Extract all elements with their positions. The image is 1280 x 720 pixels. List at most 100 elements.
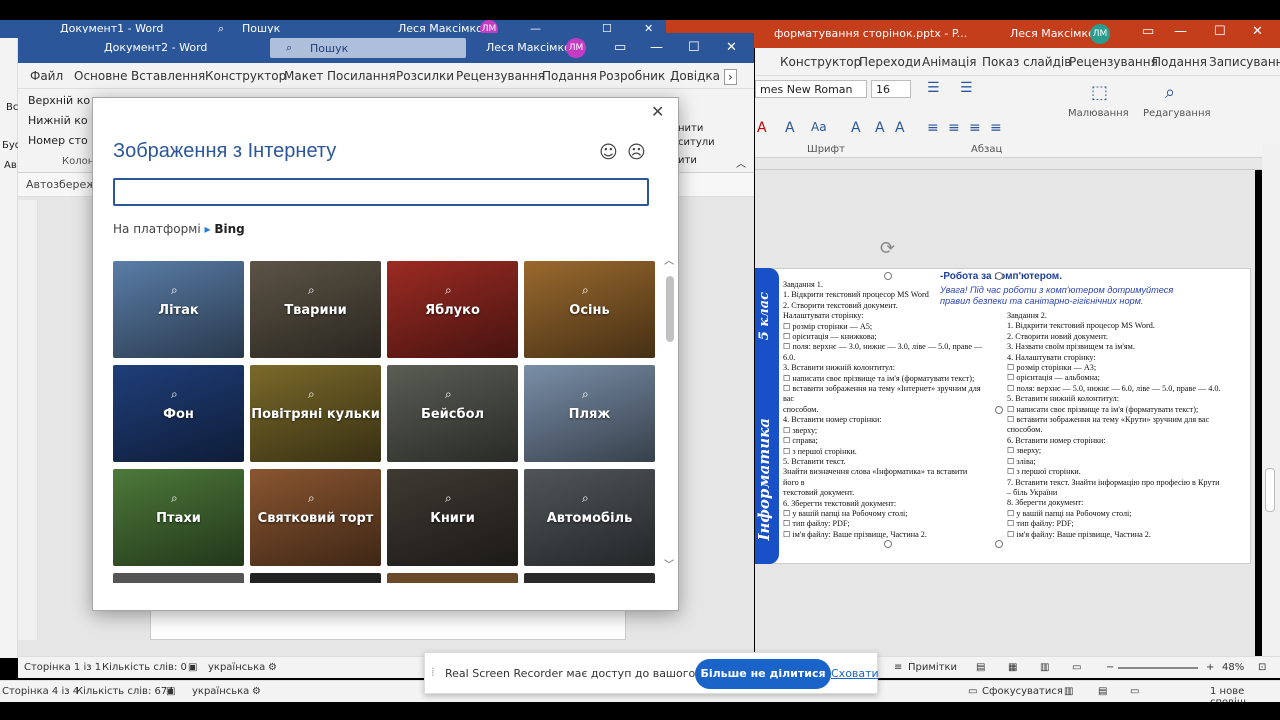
tab-overflow-icon[interactable]: › (724, 69, 737, 85)
tab-help[interactable]: Довідка (670, 69, 720, 83)
numbering-icon[interactable]: ☰ (960, 80, 973, 96)
dialog-scrollbar[interactable]: ︿ ﹀ (663, 250, 677, 584)
resize-handle[interactable] (995, 406, 1003, 414)
image-category-tile[interactable] (524, 573, 655, 583)
slideshow-icon[interactable]: ▭ (1072, 662, 1081, 673)
ppt-tab[interactable]: Подання (1152, 55, 1207, 69)
tab-insert[interactable]: Вставлення (131, 69, 205, 83)
align-center-icon[interactable]: ≡ (948, 120, 960, 136)
ppt-user[interactable]: Леся Максімко (1010, 27, 1095, 40)
justify-icon[interactable]: ≡ (990, 120, 1002, 136)
doc2-avatar[interactable]: ЛМ (566, 38, 586, 58)
image-category-tile[interactable]: ⌕ Осінь (524, 261, 655, 358)
scroll-up-icon[interactable]: ︿ (664, 252, 674, 267)
zoom-out-icon[interactable]: − (1106, 662, 1114, 673)
ribbon-right-label[interactable]: нити (678, 123, 703, 134)
close-icon[interactable]: ✕ (726, 40, 737, 55)
doc2-search-box[interactable]: ⌕ Пошук (270, 38, 466, 58)
language[interactable]: українська (208, 662, 265, 673)
frown-feedback-icon[interactable]: ☹ (627, 142, 646, 163)
tab-layout[interactable]: Макет (284, 69, 323, 83)
bullets-icon[interactable]: ☰ (927, 80, 940, 96)
close-icon[interactable]: ✕ (1252, 24, 1263, 39)
tab-design[interactable]: Конструктор (205, 69, 286, 83)
tab-view[interactable]: Подання (542, 69, 597, 83)
ribbon-display-icon[interactable]: ▭ (614, 40, 626, 55)
page-count[interactable]: Сторінка 1 із 1 (24, 662, 101, 673)
image-category-tile[interactable]: ⌕ Птахи (113, 469, 244, 566)
font-name-box[interactable]: mes New Roman (755, 80, 867, 98)
image-category-tile[interactable]: ⌕ Автомобіль (524, 469, 655, 566)
ppt-tab[interactable]: Рецензування (1069, 55, 1158, 69)
resize-handle[interactable] (995, 272, 1003, 280)
ppt-scrollbar[interactable] (1262, 144, 1280, 656)
maximize-icon[interactable]: ☐ (688, 40, 700, 55)
accessibility-icon[interactable]: ⚙ (268, 662, 277, 673)
font-color-icon[interactable]: A (785, 120, 795, 136)
ppt-tab[interactable]: Записування (1209, 55, 1280, 69)
drawing-icon[interactable]: ⬚ (1091, 82, 1108, 103)
word-count[interactable]: Кількість слів: 674 (76, 686, 174, 697)
image-category-tile[interactable]: ⌕ Книги (387, 469, 518, 566)
ppt-tab[interactable]: Показ слайдів (982, 55, 1071, 69)
accessibility-icon[interactable]: ⚙ (252, 686, 261, 697)
smile-feedback-icon[interactable]: ☺ (599, 142, 618, 163)
search-icon[interactable]: ⌕ (1165, 82, 1175, 103)
slide[interactable]: Завдання 1. 1. Відкрити текстовий процесо… (755, 268, 1251, 564)
ppt-scroll-thumb[interactable] (1265, 468, 1275, 512)
proofing-icon[interactable]: ▣ (188, 662, 197, 673)
word-count[interactable]: Кількість слів: 0 (102, 662, 187, 673)
drawing-label[interactable]: Малювання (1068, 108, 1129, 119)
image-category-tile[interactable]: ⌕ Повітряні кульки (250, 365, 381, 462)
stop-sharing-button[interactable]: Більше не ділитися (695, 659, 831, 689)
page-number-button[interactable]: Номер сто (28, 134, 88, 147)
tab-mailings[interactable]: Розсилки (396, 69, 454, 83)
language[interactable]: українська (192, 686, 249, 697)
slide-sorter-icon[interactable]: ▦ (1008, 662, 1017, 673)
notes-icon[interactable]: ≡ (894, 662, 902, 673)
minimize-icon[interactable]: — (650, 40, 663, 55)
font-color-icon[interactable]: A (757, 120, 767, 136)
header-button[interactable]: Верхній ко (28, 94, 90, 107)
rotate-handle-icon[interactable]: ⟳ (880, 238, 895, 259)
resize-handle[interactable] (995, 540, 1003, 548)
scroll-down-icon[interactable]: ﹀ (664, 556, 674, 571)
hide-link[interactable]: Сховати (831, 667, 879, 680)
drag-handle-icon[interactable]: ⁞ (431, 665, 435, 679)
print-layout-icon[interactable]: ▤ (1098, 686, 1107, 697)
tab-review[interactable]: Рецензування (456, 69, 545, 83)
resize-handle[interactable] (884, 272, 892, 280)
doc2-user[interactable]: Леся Максімко (486, 41, 571, 54)
ppt-tab[interactable]: Переходи (859, 55, 921, 69)
image-category-tile[interactable]: ⌕ Літак (113, 261, 244, 358)
web-layout-icon[interactable]: ▭ (1130, 686, 1139, 697)
proofing-icon[interactable]: ▣ (166, 686, 175, 697)
resize-handle[interactable] (884, 540, 892, 548)
ribbon-right-label[interactable]: ситули (678, 137, 715, 148)
ppt-tab[interactable]: Конструктор (780, 55, 861, 69)
footer-button[interactable]: Нижній ко (28, 114, 88, 127)
read-mode-icon[interactable]: ▥ (1064, 686, 1073, 697)
focus-button[interactable]: Сфокусуватися (982, 686, 1063, 697)
dialog-scroll-thumb[interactable] (666, 276, 674, 342)
image-category-tile[interactable]: ⌕ Тварини (250, 261, 381, 358)
notes-button[interactable]: Примітки (908, 662, 957, 673)
reading-view-icon[interactable]: ▥ (1040, 662, 1049, 673)
tab-references[interactable]: Посилання (327, 69, 396, 83)
image-category-tile[interactable]: ⌕ Бейсбол (387, 365, 518, 462)
zoom-level[interactable]: 48% (1222, 662, 1244, 673)
zoom-in-icon[interactable]: + (1206, 662, 1214, 673)
collapse-ribbon-icon[interactable]: ︿ (736, 155, 746, 170)
align-left-icon[interactable]: ≡ (927, 120, 939, 136)
focus-icon[interactable]: ▭ (968, 686, 977, 697)
ppt-tab[interactable]: Анімація (922, 55, 977, 69)
image-category-tile[interactable]: ⌕ Яблуко (387, 261, 518, 358)
grow-font-icon[interactable]: A (851, 120, 861, 136)
minimize-icon[interactable]: — (1174, 24, 1187, 39)
word-doc2-titlebar[interactable]: Документ2 - Word ⌕ Пошук Леся Максімко Л… (18, 33, 754, 63)
image-category-tile[interactable]: ⌕ Святковий торт (250, 469, 381, 566)
tab-file[interactable]: Файл (30, 69, 63, 83)
zoom-slider[interactable] (1118, 667, 1198, 669)
clear-format-icon[interactable]: A (895, 120, 905, 136)
editing-label[interactable]: Редагування (1143, 108, 1211, 119)
